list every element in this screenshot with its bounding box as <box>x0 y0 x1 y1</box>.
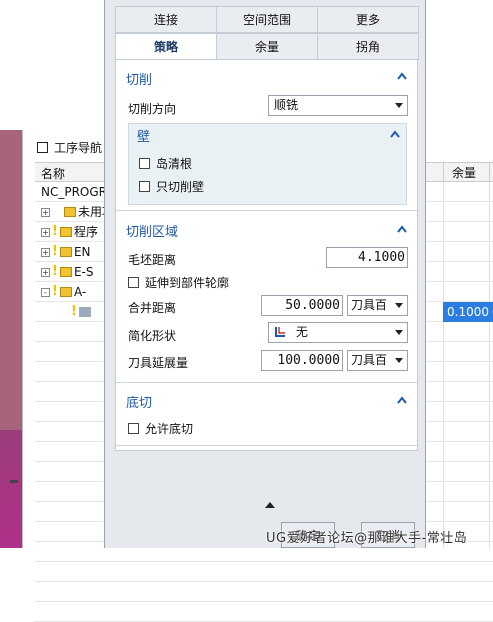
strategy-tab-content: 切削 切削方向 顺铣 壁 岛清根 只切削壁 切削区域 毛坯距离 4.1000 延… <box>115 59 418 451</box>
simplify-shape-label: 简化形状 <box>128 329 177 343</box>
dropdown-arrow-icon <box>395 358 403 363</box>
tool-extension-label: 刀具延展量 <box>128 356 189 370</box>
simplify-shape-value: 无 <box>295 325 308 339</box>
lightbulb-icon: ! <box>52 264 58 279</box>
lightbulb-icon: ! <box>52 284 58 299</box>
column-name-header[interactable]: 名称 <box>41 165 65 182</box>
folder-icon <box>59 227 72 237</box>
extend-to-part-row[interactable]: 延伸到部件轮廓 <box>128 274 229 291</box>
folder-icon <box>59 247 72 257</box>
cut-walls-only-checkbox[interactable] <box>139 181 150 192</box>
allow-undercut-row[interactable]: 允许底切 <box>128 420 193 437</box>
tree-label: A- <box>73 285 87 299</box>
tab-row-bottom: 策略 余量 拐角 <box>115 33 419 60</box>
chevron-up-icon[interactable] <box>397 225 407 233</box>
tab-corner[interactable]: 拐角 <box>317 33 419 60</box>
allow-undercut-label: 允许底切 <box>145 422 194 436</box>
group-title-wall[interactable]: 壁 <box>137 126 150 145</box>
merge-unit-select[interactable]: 刀具百 <box>347 295 408 316</box>
wall-subgroup: 壁 岛清根 只切削壁 <box>128 123 407 205</box>
extra-cell: 0 <box>489 302 493 322</box>
stock-distance-input[interactable]: 4.1000 <box>326 247 408 268</box>
cut-walls-only-label: 只切削壁 <box>156 180 205 194</box>
allow-undercut-checkbox[interactable] <box>128 423 139 434</box>
graphics-model-area <box>0 430 22 548</box>
expand-icon[interactable]: + <box>41 247 50 257</box>
merge-distance-label: 合并距离 <box>128 301 177 315</box>
tab-more[interactable]: 更多 <box>317 6 419 33</box>
empty-row <box>35 602 493 622</box>
dropdown-arrow-icon <box>395 303 403 308</box>
tree-label: 程序 <box>73 225 98 239</box>
merge-unit-value: 刀具百 <box>351 298 388 312</box>
chevron-up-icon[interactable] <box>397 72 407 80</box>
empty-row <box>35 562 493 582</box>
tab-strategy[interactable]: 策略 <box>115 33 217 60</box>
island-cleanup-label: 岛清根 <box>156 157 193 171</box>
watermark-text: UG爱好者论坛@那谁大手-常壮岛 <box>266 531 468 546</box>
cut-direction-value: 顺铣 <box>274 98 299 112</box>
merge-distance-input[interactable]: 50.0000 <box>261 295 343 316</box>
cut-walls-only-row[interactable]: 只切削壁 <box>139 178 204 195</box>
tab-stock[interactable]: 余量 <box>216 33 318 60</box>
cutting-parameters-dialog: 连接 空间范围 更多 策略 余量 拐角 切削 切削方向 顺铣 壁 岛清根 只切削… <box>104 0 426 548</box>
chevron-up-icon[interactable] <box>397 396 407 404</box>
yuliang-cell: 0.1000 <box>443 302 489 322</box>
graphics-marker <box>10 480 18 483</box>
navigator-title: 工序导航 <box>54 140 103 155</box>
graphics-window <box>0 130 22 548</box>
empty-row <box>35 582 493 602</box>
folder-icon <box>59 267 72 277</box>
expand-icon[interactable]: + <box>41 267 50 277</box>
tab-row-top: 连接 空间范围 更多 <box>115 6 419 33</box>
folder-icon <box>59 287 72 297</box>
lightbulb-icon: ! <box>52 224 58 239</box>
expand-icon[interactable]: + <box>41 207 50 217</box>
column-yuliang-header[interactable]: 余量 <box>443 163 489 183</box>
navigator-window-icon <box>37 141 48 153</box>
folder-icon <box>64 207 76 217</box>
tool-extension-input[interactable]: 100.0000 <box>261 350 343 371</box>
group-title-undercut[interactable]: 底切 <box>126 392 152 411</box>
cut-direction-label: 切削方向 <box>128 102 177 116</box>
group-divider <box>116 210 417 211</box>
group-title-cut-region[interactable]: 切削区域 <box>126 221 178 240</box>
operation-icon <box>78 307 91 317</box>
stock-distance-label: 毛坯距离 <box>128 253 177 267</box>
simplify-shape-select[interactable]: 无 <box>268 322 408 343</box>
tool-extension-unit-select[interactable]: 刀具百 <box>347 350 408 371</box>
expand-up-arrow-icon[interactable] <box>265 502 275 508</box>
dropdown-arrow-icon <box>395 330 403 335</box>
column-extra-header[interactable]: F <box>489 163 493 183</box>
corner-shape-icon <box>274 325 286 337</box>
lightbulb-icon: ! <box>71 304 77 319</box>
group-divider <box>116 445 417 446</box>
island-cleanup-row[interactable]: 岛清根 <box>139 155 192 172</box>
tree-label: E-S <box>73 265 94 279</box>
island-cleanup-checkbox[interactable] <box>139 158 150 169</box>
tree-label: EN <box>73 245 91 259</box>
extend-to-part-checkbox[interactable] <box>128 277 139 288</box>
group-divider <box>116 382 417 383</box>
tab-connect[interactable]: 连接 <box>115 6 217 33</box>
cut-direction-select[interactable]: 顺铣 <box>268 95 408 116</box>
tab-space-range[interactable]: 空间范围 <box>216 6 318 33</box>
tool-extension-unit-value: 刀具百 <box>351 353 388 367</box>
dropdown-arrow-icon <box>395 103 403 108</box>
expand-icon[interactable]: + <box>41 227 50 237</box>
collapse-icon[interactable]: - <box>41 287 50 297</box>
extend-to-part-label: 延伸到部件轮廓 <box>145 276 230 290</box>
lightbulb-icon: ! <box>52 244 58 259</box>
chevron-up-icon[interactable] <box>390 130 400 138</box>
navigator-title-bar: 工序导航 <box>37 138 102 156</box>
group-title-cut[interactable]: 切削 <box>126 69 152 88</box>
